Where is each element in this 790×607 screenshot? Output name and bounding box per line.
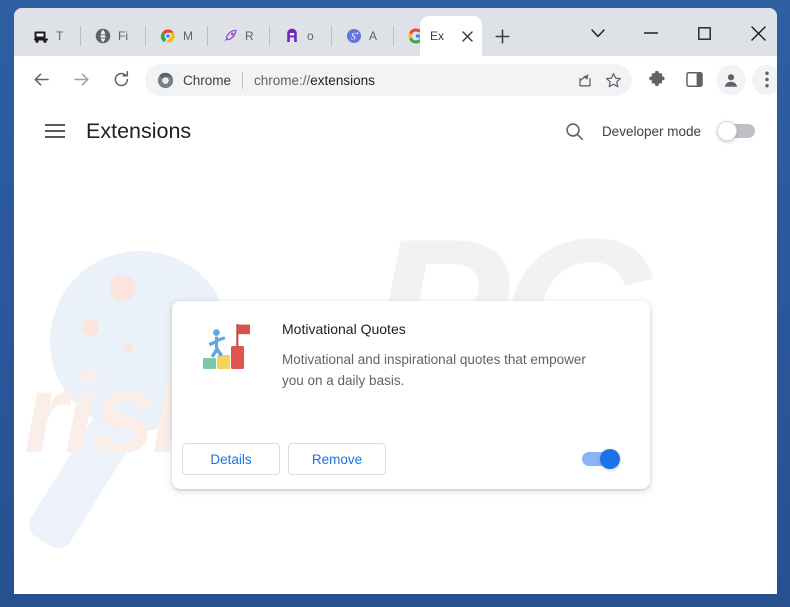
browser-toolbar: Chrome chrome://extensions: [14, 56, 777, 103]
new-tab-button[interactable]: [489, 23, 515, 49]
tab-label: R: [245, 29, 254, 43]
watermark-dot: [124, 343, 133, 352]
tab-strip: T Fi M R o S A Ex: [14, 8, 777, 56]
remove-button[interactable]: Remove: [288, 443, 386, 475]
hamburger-menu-icon[interactable]: [38, 114, 72, 148]
rocket-favicon: [221, 28, 238, 45]
chrome-menu-icon[interactable]: [752, 64, 777, 95]
svg-text:S: S: [351, 32, 356, 43]
extension-description: Motivational and inspirational quotes th…: [282, 352, 586, 388]
watermark-dot: [110, 275, 136, 301]
omnibox-url-emphasis: extensions: [310, 72, 375, 88]
page-title: Extensions: [86, 118, 192, 143]
tab-label: A: [369, 29, 378, 43]
share-icon[interactable]: [572, 67, 598, 93]
tab-label: Fi: [118, 29, 128, 43]
back-arrow-icon[interactable]: [26, 65, 56, 95]
tab-separator: [80, 26, 81, 46]
tab-label: o: [307, 29, 314, 43]
globe-favicon: [94, 28, 111, 45]
motivational-quotes-icon: [200, 321, 256, 377]
tab-separator: [207, 26, 208, 46]
maximize-icon[interactable]: [682, 16, 726, 50]
profile-avatar-icon[interactable]: [716, 64, 746, 95]
omnibox-divider: [242, 71, 244, 89]
active-tab-label: Ex: [430, 29, 445, 43]
details-button[interactable]: Details: [182, 443, 280, 475]
extension-card: Motivational Quotes Motivational and ins…: [172, 301, 650, 489]
tab-separator: [269, 26, 270, 46]
tab-separator: [393, 26, 394, 46]
page-header-actions: Developer mode: [559, 115, 755, 147]
omnibox-url: chrome://extensions: [254, 73, 375, 88]
browser-tab[interactable]: T: [24, 16, 74, 56]
address-bar[interactable]: Chrome chrome://extensions: [145, 64, 632, 96]
close-icon[interactable]: [458, 27, 476, 45]
extension-enabled-toggle[interactable]: [582, 449, 620, 469]
bookmark-star-icon[interactable]: [600, 67, 626, 93]
search-icon[interactable]: [559, 115, 591, 147]
s-badge-favicon: S: [345, 28, 362, 45]
browser-tab[interactable]: Fi: [86, 16, 138, 56]
browser-tab[interactable]: S A: [337, 16, 387, 56]
toggle-knob: [717, 121, 737, 141]
developer-mode-label: Developer mode: [601, 123, 701, 139]
active-browser-tab[interactable]: Ex: [420, 16, 482, 56]
tab-label: T: [56, 29, 64, 43]
chrome-favicon: [159, 28, 176, 45]
extensions-puzzle-icon[interactable]: [642, 65, 672, 95]
watermark-magnifier-handle: [23, 402, 143, 554]
tab-separator: [145, 26, 146, 46]
toggle-knob: [600, 449, 620, 469]
side-panel-icon[interactable]: [679, 65, 709, 95]
omnibox-url-prefix: chrome://: [254, 72, 311, 88]
browser-tab[interactable]: M: [151, 16, 201, 56]
browser-window: T Fi M R o S A Ex Chrome chrome://extens…: [14, 8, 777, 594]
letter-a-favicon: [283, 28, 300, 45]
forward-arrow-icon[interactable]: [66, 65, 96, 95]
extension-name: Motivational Quotes: [282, 321, 406, 337]
window-close-icon[interactable]: [736, 16, 777, 50]
omnibox-scheme-chip: Chrome: [183, 72, 232, 88]
watermark-dot: [82, 319, 99, 336]
tab-search-chevron-down-icon[interactable]: [576, 16, 620, 50]
chrome-logo-icon: [157, 72, 174, 89]
tab-separator: [331, 26, 332, 46]
developer-mode-toggle[interactable]: [717, 121, 755, 141]
reload-icon[interactable]: [106, 65, 136, 95]
desktop-window-frame: T Fi M R o S A Ex Chrome chrome://extens…: [0, 0, 790, 607]
extensions-page: PC risk.com Extensions: [14, 103, 777, 594]
truck-favicon: [32, 28, 49, 45]
tab-label: M: [183, 29, 193, 43]
minimize-icon[interactable]: [629, 16, 673, 50]
browser-tab[interactable]: o: [275, 16, 325, 56]
extensions-page-header: Extensions Developer mode: [14, 103, 777, 159]
browser-tab[interactable]: R: [213, 16, 263, 56]
